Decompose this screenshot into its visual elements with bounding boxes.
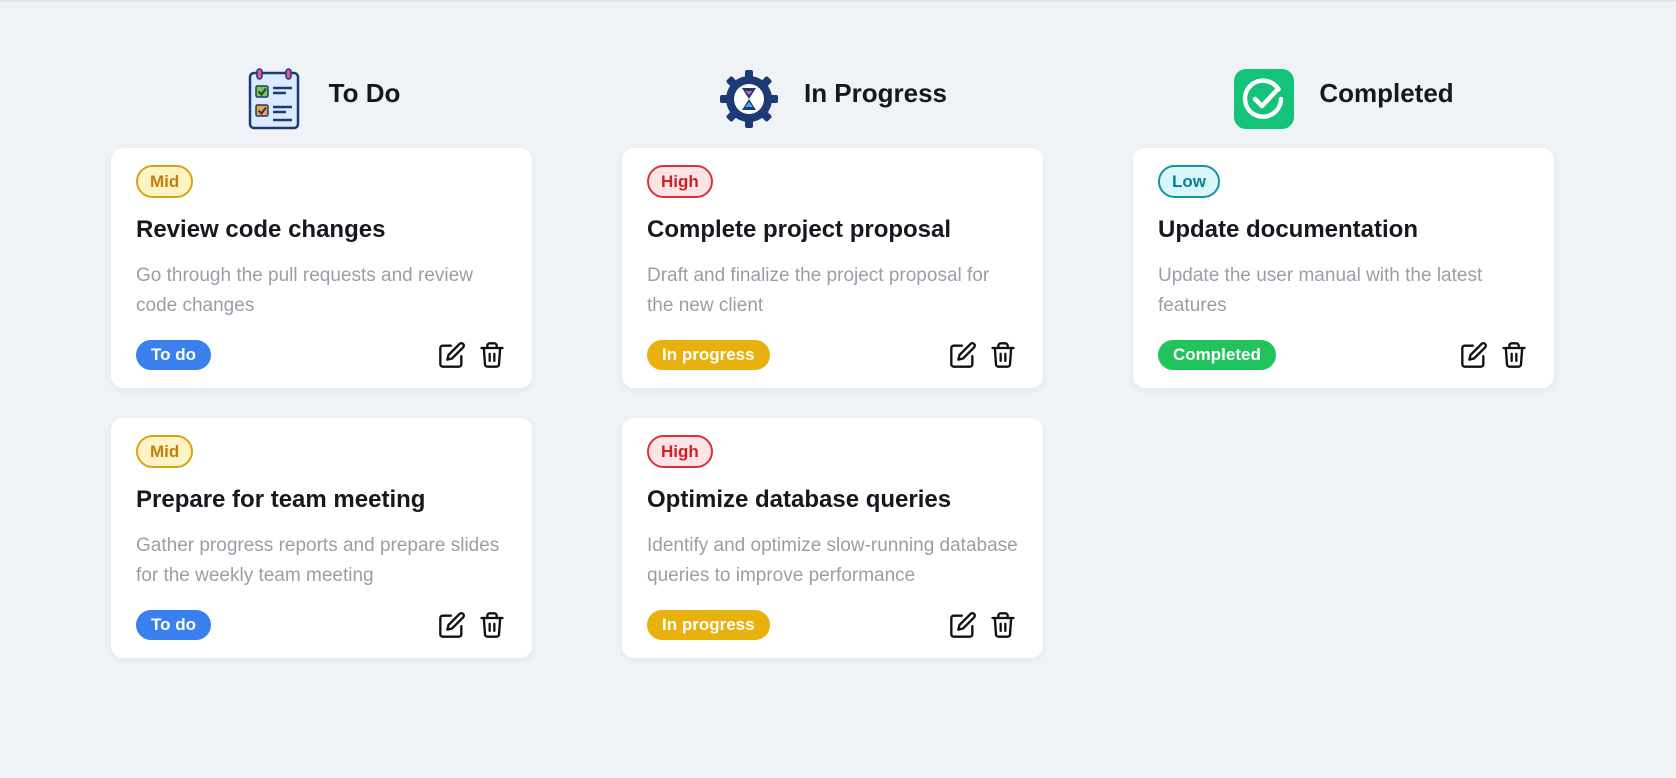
check-circle-icon [1233,68,1295,130]
column-title: In Progress [803,78,948,108]
edit-icon[interactable] [437,340,467,370]
trash-icon[interactable] [1499,340,1529,370]
column-header: Completed [1133,68,1554,148]
card-footer: To do [136,340,507,370]
card-actions [427,340,507,370]
priority-badge: High [647,435,713,468]
priority-badge: Mid [136,165,194,198]
priority-badge: Low [1158,165,1220,198]
trash-icon[interactable] [477,340,507,370]
priority-badge: High [647,165,713,198]
trash-icon[interactable] [988,610,1018,640]
task-card[interactable]: Mid Review code changes Go through the p… [111,148,532,388]
priority-badge: Mid [136,435,194,468]
column-header: In Progress [622,68,1043,148]
column-todo: To Do Mid Review code changes Go through… [111,68,532,688]
task-title: Complete project proposal [647,216,952,243]
edit-icon[interactable] [948,610,978,640]
trash-icon[interactable] [477,610,507,640]
card-actions [427,610,507,640]
edit-icon[interactable] [437,610,467,640]
top-divider [0,0,1676,2]
status-badge: In progress [647,610,770,640]
trash-icon[interactable] [988,340,1018,370]
clipboard-checklist-icon [243,68,305,130]
task-card[interactable]: High Optimize database queries Identify … [622,418,1043,658]
status-badge: To do [136,610,211,640]
card-footer: Completed [1158,340,1529,370]
task-description: Draft and finalize the project proposal … [647,265,990,316]
column-in-progress: In Progress High Complete project propos… [622,68,1043,688]
status-badge: To do [136,340,211,370]
column-completed: Completed Low Update documentation Updat… [1133,68,1554,688]
column-header: To Do [111,68,532,148]
edit-icon[interactable] [1459,340,1489,370]
task-card[interactable]: Mid Prepare for team meeting Gather prog… [111,418,532,658]
task-description: Update the user manual with the latest f… [1158,265,1483,316]
card-footer: In progress [647,610,1018,640]
task-description: Go through the pull requests and review … [136,265,473,316]
status-badge: Completed [1158,340,1276,370]
card-actions [1449,340,1529,370]
card-actions [938,610,1018,640]
task-description: Gather progress reports and prepare slid… [136,535,500,586]
status-badge: In progress [647,340,770,370]
task-title: Prepare for team meeting [136,486,426,513]
column-title: Completed [1319,78,1454,108]
gear-hourglass-icon [718,68,780,130]
column-title: To Do [328,78,401,108]
task-card[interactable]: High Complete project proposal Draft and… [622,148,1043,388]
card-actions [938,340,1018,370]
card-footer: In progress [647,340,1018,370]
task-description: Identify and optimize slow-running datab… [647,535,1018,586]
edit-icon[interactable] [948,340,978,370]
task-title: Review code changes [136,216,386,243]
task-title: Update documentation [1158,216,1419,243]
card-footer: To do [136,610,507,640]
kanban-board: To Do Mid Review code changes Go through… [111,68,1554,688]
task-card[interactable]: Low Update documentation Update the user… [1133,148,1554,388]
task-title: Optimize database queries [647,486,952,513]
